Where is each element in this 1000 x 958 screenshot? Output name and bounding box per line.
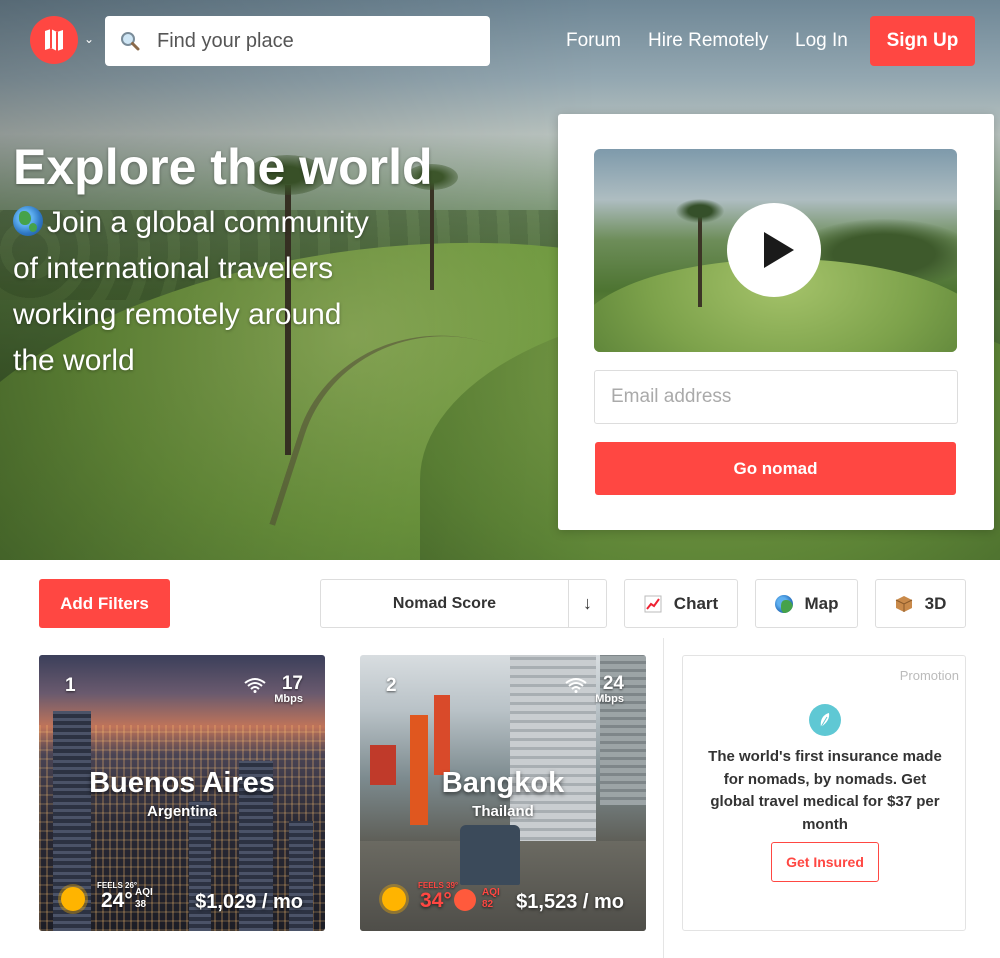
add-filters-button[interactable]: Add Filters (39, 579, 170, 628)
promotion-card: Promotion The world's first insurance ma… (682, 655, 966, 931)
city-country: Thailand (472, 803, 534, 820)
air-quality: AQI 82 (482, 887, 500, 910)
cost-of-living: $1,029 / mo (195, 891, 303, 913)
city-card-bangkok[interactable]: 2 24 Mbps Bangkok Thailand FEELS 39° 34°… (360, 655, 646, 931)
city-country: Argentina (146, 803, 217, 820)
chevron-down-icon[interactable]: ⌄ (84, 32, 94, 46)
city-rank: 2 (386, 675, 397, 696)
go-nomad-button[interactable]: Go nomad (595, 442, 956, 495)
nav-log-in[interactable]: Log In (795, 30, 848, 52)
signup-card: Go nomad (558, 114, 994, 530)
feather-icon (809, 704, 841, 736)
3d-view-button[interactable]: 3D (875, 579, 966, 628)
cost-of-living: $1,523 / mo (516, 891, 624, 913)
search-box[interactable] (105, 16, 490, 66)
search-icon (121, 32, 140, 51)
city-card-buenos-aires[interactable]: 1 17 Mbps Buenos Aires Argentina FEELS 2… (39, 655, 325, 931)
logo-icon[interactable] (30, 16, 78, 64)
search-input[interactable] (157, 29, 477, 53)
sort-select[interactable]: Nomad Score ↓ (320, 579, 607, 628)
temperature: 34° (420, 889, 452, 912)
hero-subtitle: Join a global community of international… (13, 206, 369, 377)
city-name: Buenos Aires (89, 767, 275, 799)
chart-icon (644, 595, 662, 612)
temperature: 24° (101, 889, 133, 912)
city-name: Bangkok (441, 767, 565, 799)
wifi-speed: 17 Mbps (244, 673, 303, 705)
sun-icon (61, 887, 85, 911)
wifi-speed: 24 Mbps (565, 673, 624, 705)
nav-forum[interactable]: Forum (566, 30, 621, 52)
email-field[interactable] (594, 370, 958, 424)
promotion-tag: Promotion (899, 668, 959, 683)
sort-label[interactable]: Nomad Score (321, 580, 569, 627)
box-icon (895, 595, 912, 612)
sun-icon (382, 887, 406, 911)
wifi-icon (565, 678, 587, 693)
globe-icon (13, 206, 43, 236)
play-icon (764, 232, 794, 268)
map-view-button[interactable]: Map (755, 579, 858, 628)
play-button[interactable] (727, 203, 821, 297)
get-insured-button[interactable]: Get Insured (771, 842, 879, 882)
promotion-text: The world's first insurance made for nom… (708, 748, 942, 833)
nav-hire-remotely[interactable]: Hire Remotely (648, 30, 768, 52)
sort-direction-button[interactable]: ↓ (569, 580, 606, 627)
sign-up-button[interactable]: Sign Up (870, 16, 975, 66)
hero-title: Explore the world (13, 139, 433, 195)
chart-view-button[interactable]: Chart (624, 579, 738, 628)
air-quality: AQI 38 (135, 887, 153, 910)
video-thumbnail[interactable] (594, 149, 957, 352)
wifi-icon (244, 678, 266, 693)
city-rank: 1 (65, 675, 76, 696)
hot-face-icon (454, 889, 476, 911)
globe-icon (774, 594, 793, 613)
